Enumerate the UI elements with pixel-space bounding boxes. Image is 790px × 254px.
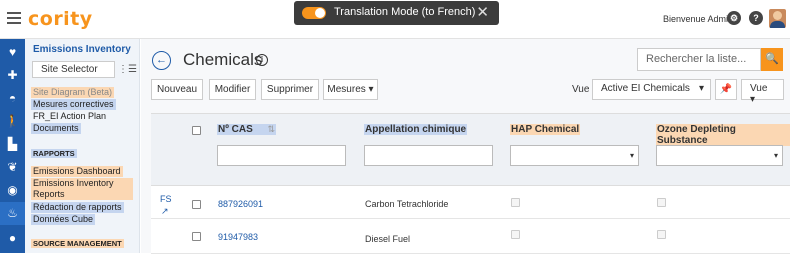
avatar[interactable] — [769, 9, 786, 28]
settings-icon[interactable]: ⚙ — [727, 11, 741, 25]
gauge-icon[interactable]: ◉ — [0, 179, 25, 202]
medkit-icon[interactable]: ✚ — [0, 64, 25, 87]
hardhat-icon[interactable]: ◓ — [0, 87, 25, 110]
nav-item-emissions-inventory-reports[interactable]: Emissions Inventory Reports — [31, 178, 133, 200]
view-selected: Active EI Chemicals — [601, 83, 690, 94]
ozone-checkbox — [657, 198, 666, 207]
external-link-icon[interactable]: ↗ — [161, 206, 169, 217]
hap-checkbox — [511, 198, 520, 207]
emissions-icon[interactable]: ♨ — [0, 202, 25, 225]
ozone-filter-select[interactable]: ▾ — [656, 145, 783, 166]
lightbulb-icon[interactable]: ● — [0, 227, 25, 250]
side-nav: Emissions Inventory Site Selector ⋮☰ Sit… — [25, 39, 140, 253]
nav-item-emissions-dashboard[interactable]: Emissions Dashboard — [31, 166, 123, 177]
chemicals-table: Nº CAS ⇅ Appellation chimique HAP Chemic… — [151, 113, 790, 254]
row-checkbox[interactable] — [192, 232, 201, 241]
search-icon[interactable]: 🔍 — [761, 48, 783, 71]
close-icon[interactable]: ✕ — [476, 3, 489, 21]
caret-down-icon: ▾ — [698, 83, 704, 94]
sort-icon[interactable]: ⇅ — [268, 124, 276, 134]
page-title: Chemicals — [183, 50, 263, 69]
column-header-ozone-depleting[interactable]: Ozone Depleting Substance — [656, 124, 790, 146]
nav-item-report-writing[interactable]: Rédaction de rapports — [31, 202, 124, 213]
tree-icon[interactable]: ⋮☰ — [118, 64, 137, 75]
person-walking-icon[interactable]: 🚶 — [0, 110, 25, 133]
back-arrow-icon[interactable]: ← — [152, 51, 171, 70]
welcome-text: Bienvenue Admin — [663, 14, 734, 24]
chemical-name-filter-input[interactable] — [364, 145, 493, 166]
ozone-checkbox — [657, 230, 666, 239]
nav-item-label: Reports — [33, 189, 65, 199]
factory-icon[interactable]: ▙ — [0, 133, 25, 156]
column-header-label: Nº CAS — [218, 124, 253, 135]
heart-icon[interactable]: ♥ — [0, 41, 25, 64]
section-rapports: RAPPORTS — [31, 149, 77, 158]
leaf-icon[interactable]: ❦ — [0, 156, 25, 179]
nav-item-data-cube[interactable]: Données Cube — [31, 214, 96, 225]
measures-label: Mesures — [327, 84, 366, 95]
toast-text: Translation Mode (to French) — [334, 6, 476, 18]
hap-filter-select[interactable]: ▾ — [510, 145, 639, 166]
caret-down-icon: ▾ — [750, 94, 756, 105]
cas-number-link[interactable]: 91947983 — [218, 232, 258, 242]
nav-item-site-diagram[interactable]: Site Diagram (Beta) — [31, 87, 115, 98]
column-header-cas[interactable]: Nº CAS ⇅ — [217, 124, 277, 135]
delete-button[interactable]: Supprimer — [261, 79, 319, 100]
cas-filter-input[interactable] — [217, 145, 346, 166]
nav-item-label: Emissions Inventory — [33, 178, 114, 188]
search-input[interactable]: Rechercher la liste... — [637, 48, 761, 71]
row-checkbox[interactable] — [192, 200, 201, 209]
menu-icon[interactable] — [7, 12, 21, 24]
view-label: Vue — [572, 84, 590, 95]
view-button-label: Vue — [750, 83, 768, 94]
section-source-management: SOURCE MANAGEMENT — [31, 239, 124, 248]
select-all-checkbox[interactable] — [192, 126, 201, 135]
caret-down-icon: ▾ — [368, 84, 374, 95]
nav-item-corrective-actions[interactable]: Mesures correctives — [31, 99, 116, 110]
nav-item-documents[interactable]: Documents — [31, 123, 81, 134]
site-selector[interactable]: Site Selector — [32, 61, 115, 78]
main-content: ← Chemicals i Rechercher la liste... 🔍 N… — [141, 39, 790, 254]
table-row[interactable]: FS ↗ 887926091 Carbon Tetrachloride — [151, 186, 790, 219]
column-header-chemical-name[interactable]: Appellation chimique — [364, 124, 468, 135]
icon-bar: ♥ ✚ ◓ 🚶 ▙ ❦ ◉ ♨ ● — [0, 39, 25, 253]
module-title[interactable]: Emissions Inventory — [33, 44, 131, 55]
table-row[interactable]: 91947983 Diesel Fuel — [151, 220, 790, 254]
nav-item-action-plan[interactable]: FR_EI Action Plan — [31, 111, 108, 122]
view-select[interactable]: Active EI Chemicals ▾ — [592, 79, 711, 100]
translation-toast: Translation Mode (to French) ✕ — [294, 1, 499, 25]
table-header: Nº CAS ⇅ Appellation chimique HAP Chemic… — [151, 114, 790, 186]
cas-number-link[interactable]: 887926091 — [218, 199, 263, 209]
view-button[interactable]: Vue ▾ — [741, 79, 784, 105]
cority-logo[interactable]: cority — [28, 8, 93, 30]
row-prefix[interactable]: FS — [160, 194, 172, 204]
edit-button[interactable]: Modifier — [209, 79, 256, 100]
translation-toggle[interactable] — [302, 7, 326, 19]
info-icon[interactable]: i — [256, 54, 268, 66]
new-button[interactable]: Nouveau — [151, 79, 203, 100]
hap-checkbox — [511, 230, 520, 239]
help-icon[interactable]: ? — [749, 11, 763, 25]
chemical-name: Carbon Tetrachloride — [365, 199, 449, 209]
column-header-hap-chemical[interactable]: HAP Chemical — [510, 124, 581, 135]
pin-icon[interactable]: 📌 — [715, 79, 737, 100]
measures-dropdown[interactable]: Mesures ▾ — [323, 79, 378, 100]
chemical-name: Diesel Fuel — [365, 234, 411, 244]
